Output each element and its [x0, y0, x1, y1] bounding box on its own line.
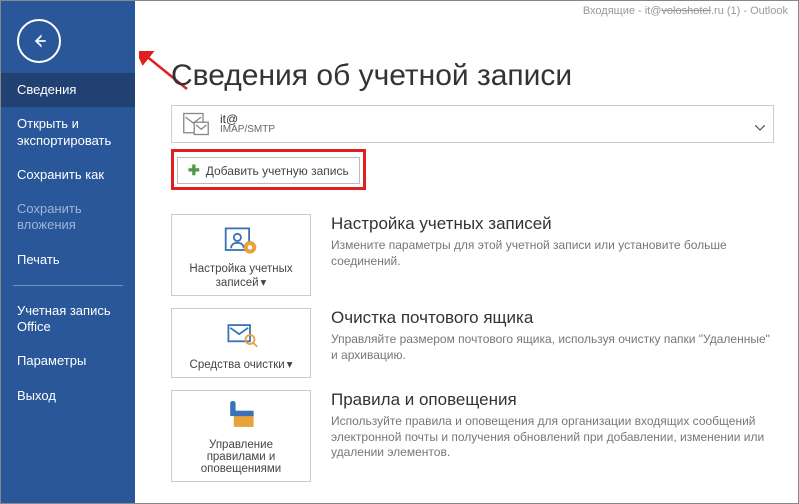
sidebar-item-office-account[interactable]: Учетная запись Office — [1, 294, 135, 345]
account-texts: it@ IMAP/SMTP — [220, 113, 275, 135]
annotation-highlight: ✚ Добавить учетную запись — [171, 149, 366, 190]
section-desc: Управляйте размером почтового ящика, исп… — [331, 332, 774, 363]
tile-label: Средства очистки — [190, 359, 285, 371]
chevron-down-icon: ▾ — [287, 357, 293, 371]
account-icon — [182, 110, 210, 138]
main-content: Сведения об учетной записи it@ IMAP/SMTP… — [135, 1, 798, 503]
tile-rules-alerts[interactable]: Управление правилами и оповещениями — [171, 390, 311, 482]
sidebar-item-info[interactable]: Сведения — [1, 73, 135, 107]
section-desc: Измените параметры для этой учетной запи… — [331, 238, 774, 269]
sidebar-item-save-as[interactable]: Сохранить как — [1, 158, 135, 192]
page-title: Сведения об учетной записи — [171, 59, 774, 93]
sidebar-item-save-attachments: Сохранить вложения — [1, 192, 135, 243]
tile-account-settings[interactable]: Настройка учетных записей▾ — [171, 214, 311, 296]
section-heading: Правила и оповещения — [331, 390, 774, 410]
cleanup-tools-icon — [223, 319, 259, 351]
sidebar-item-label: Сведения — [17, 82, 76, 97]
chevron-down-icon[interactable] — [755, 118, 765, 136]
sidebar-item-exit[interactable]: Выход — [1, 379, 135, 413]
account-type: IMAP/SMTP — [220, 125, 275, 135]
section-heading: Настройка учетных записей — [331, 214, 774, 234]
sidebar-item-label: Печать — [17, 252, 60, 267]
chevron-down-icon: ▾ — [261, 275, 267, 289]
add-account-label: Добавить учетную запись — [206, 164, 349, 178]
tile-cleanup-tools[interactable]: Средства очистки▾ — [171, 308, 311, 378]
sidebar-item-label: Сохранить вложения — [17, 201, 82, 232]
account-selector[interactable]: it@ IMAP/SMTP — [171, 105, 774, 143]
sidebar-item-label: Открыть и экспортировать — [17, 116, 111, 147]
sidebar-item-options[interactable]: Параметры — [1, 344, 135, 378]
section-desc: Используйте правила и оповещения для орг… — [331, 414, 774, 461]
sidebar-item-label: Учетная запись Office — [17, 303, 111, 334]
sidebar-item-print[interactable]: Печать — [1, 243, 135, 277]
sidebar-item-open-export[interactable]: Открыть и экспортировать — [1, 107, 135, 158]
tile-label: Настройка учетных записей — [189, 263, 292, 289]
section-heading: Очистка почтового ящика — [331, 308, 774, 328]
sidebar-item-label: Параметры — [17, 353, 86, 368]
arrow-left-icon — [29, 31, 49, 51]
tile-label: Управление правилами и оповещениями — [201, 439, 281, 475]
back-button[interactable] — [17, 19, 61, 63]
sidebar-separator — [13, 285, 123, 286]
account-settings-icon — [223, 225, 259, 257]
plus-icon: ✚ — [188, 162, 200, 179]
sidebar: Сведения Открыть и экспортировать Сохран… — [1, 1, 135, 503]
sidebar-item-label: Выход — [17, 388, 56, 403]
sidebar-item-label: Сохранить как — [17, 167, 104, 182]
add-account-button[interactable]: ✚ Добавить учетную запись — [177, 157, 360, 184]
rules-alerts-icon — [223, 401, 259, 433]
